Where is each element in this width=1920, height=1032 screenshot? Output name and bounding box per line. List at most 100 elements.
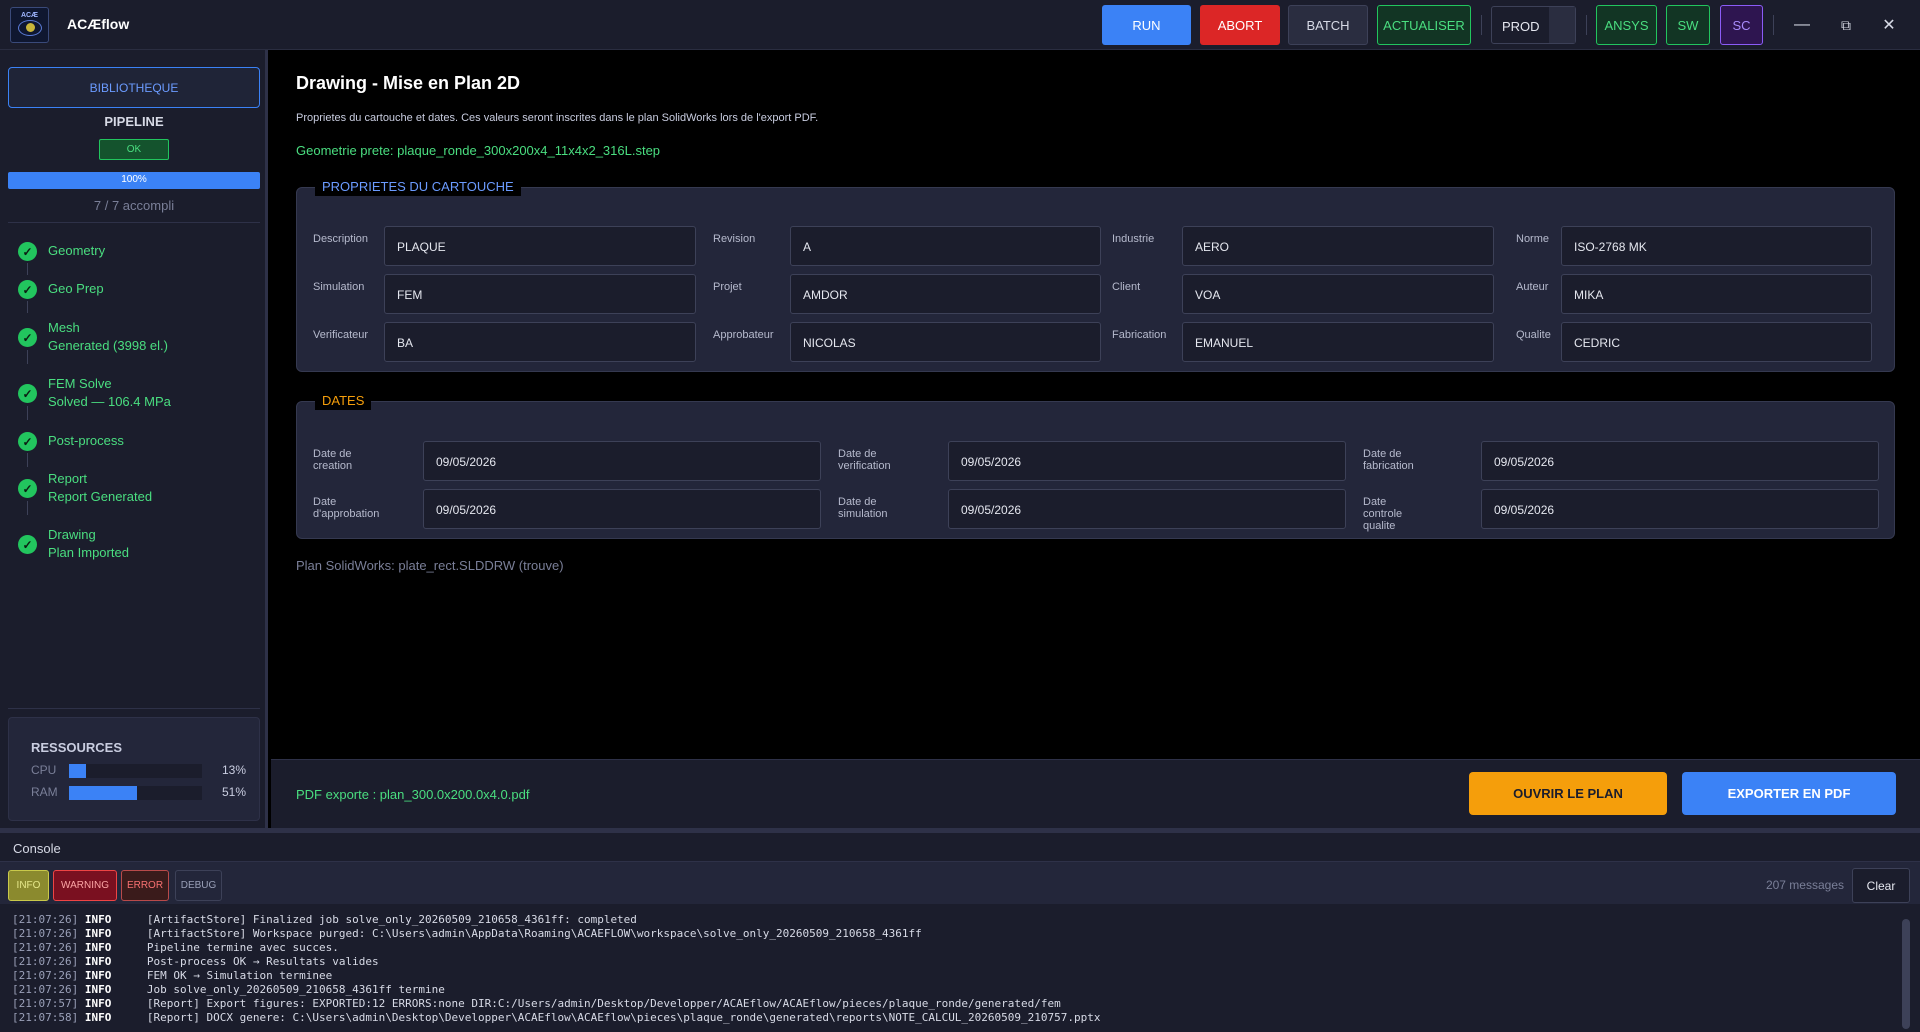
step-fem-solve[interactable]: ✓ FEM Solve Solved — 106.4 MPa bbox=[18, 375, 171, 420]
log-level: INFO bbox=[84, 1011, 112, 1024]
page-title: Drawing - Mise en Plan 2D bbox=[296, 73, 521, 93]
pipeline-progress-bar: 100% bbox=[8, 172, 260, 189]
field-label: Projet bbox=[713, 281, 742, 293]
open-plan-button[interactable]: OUVRIR LE PLAN bbox=[1469, 772, 1667, 815]
profile-select[interactable]: PROD bbox=[1491, 6, 1576, 44]
description-input[interactable]: PLAQUE bbox=[384, 226, 696, 266]
field-label: Qualite bbox=[1516, 329, 1551, 341]
step-label: Geo Prep bbox=[48, 281, 104, 296]
step-drawing[interactable]: ✓ Drawing Plan Imported bbox=[18, 526, 129, 562]
minimize-icon[interactable]: — bbox=[1789, 12, 1815, 38]
geometry-status: Geometrie prete: plaque_ronde_300x200x4_… bbox=[296, 143, 661, 158]
batch-button[interactable]: BATCH bbox=[1288, 5, 1368, 45]
export-pdf-button[interactable]: EXPORTER EN PDF bbox=[1682, 772, 1896, 815]
date-verification-input[interactable]: 09/05/2026 bbox=[948, 441, 1346, 481]
console-line: [21:07:26] INFO Pipeline termine avec suc… bbox=[12, 941, 1900, 955]
field-label: Client bbox=[1112, 281, 1141, 293]
client-input[interactable]: VOA bbox=[1182, 274, 1494, 314]
fabrication-input[interactable]: EMANUEL bbox=[1182, 322, 1494, 362]
ram-bar bbox=[69, 786, 202, 800]
field-label: Revision bbox=[713, 233, 756, 245]
filter-info-button[interactable]: INFO bbox=[8, 870, 49, 901]
step-label: Report bbox=[48, 471, 88, 486]
log-message: FEM OK → Simulation terminee bbox=[146, 969, 333, 982]
close-icon[interactable]: ✕ bbox=[1876, 12, 1902, 38]
console-log[interactable]: [21:07:26] INFO [ArtifactStore] Finalized… bbox=[0, 913, 1900, 1032]
step-post-process[interactable]: ✓ Post-process bbox=[18, 432, 124, 467]
library-button[interactable]: BIBLIOTHEQUE bbox=[8, 67, 260, 108]
log-timestamp: [21:07:26] bbox=[12, 955, 85, 968]
step-label: Mesh bbox=[48, 320, 80, 335]
check-icon: ✓ bbox=[18, 432, 37, 451]
console-panel: Console INFO WARNING ERROR DEBUG 207 mes… bbox=[0, 833, 1920, 1032]
industrie-input[interactable]: AERO bbox=[1182, 226, 1494, 266]
log-timestamp: [21:07:57] bbox=[12, 997, 85, 1010]
step-mesh[interactable]: ✓ Mesh Generated (3998 el.) bbox=[18, 319, 168, 364]
log-level: INFO bbox=[84, 983, 112, 996]
ansys-button[interactable]: ANSYS bbox=[1596, 5, 1657, 45]
field-label: Date de verification bbox=[838, 448, 891, 472]
date-creation-input[interactable]: 09/05/2026 bbox=[423, 441, 821, 481]
date-controle-qualite-input[interactable]: 09/05/2026 bbox=[1481, 489, 1879, 529]
cpu-label: CPU bbox=[31, 763, 57, 777]
check-icon: ✓ bbox=[18, 479, 37, 498]
verificateur-input[interactable]: BA bbox=[384, 322, 696, 362]
pdf-export-status: PDF exporte : plan_300.0x200.0x4.0.pdf bbox=[296, 787, 530, 802]
console-line: [21:07:26] INFO Job solve_only_20260509_2… bbox=[12, 983, 1900, 997]
field-label: Description bbox=[313, 233, 369, 245]
filter-debug-button[interactable]: DEBUG bbox=[175, 870, 222, 901]
qualite-input[interactable]: CEDRIC bbox=[1561, 322, 1872, 362]
simulation-input[interactable]: FEM bbox=[384, 274, 696, 314]
solidworks-button[interactable]: SW bbox=[1666, 5, 1710, 45]
norme-input[interactable]: ISO-2768 MK bbox=[1561, 226, 1872, 266]
projet-input[interactable]: AMDOR bbox=[790, 274, 1101, 314]
log-message: Job solve_only_20260509_210658_4361ff te… bbox=[146, 983, 445, 996]
plan-info: Plan SolidWorks: plate_rect.SLDDRW (trou… bbox=[296, 558, 564, 573]
logo-text: ACÆ bbox=[20, 12, 39, 19]
sidebar: BIBLIOTHEQUE PIPELINE OK 100% 7 / 7 acco… bbox=[0, 50, 268, 828]
console-line: [21:07:26] INFO FEM OK → Simulation termi… bbox=[12, 969, 1900, 983]
status-badge: OK bbox=[99, 139, 169, 160]
field-label: Industrie bbox=[1112, 233, 1155, 245]
console-scrollbar[interactable] bbox=[1902, 919, 1910, 1029]
log-timestamp: [21:07:26] bbox=[12, 983, 85, 996]
check-icon: ✓ bbox=[18, 535, 37, 554]
divider bbox=[8, 708, 260, 709]
step-label: Drawing bbox=[48, 527, 96, 542]
actualiser-button[interactable]: ACTUALISER bbox=[1377, 5, 1471, 45]
restore-icon[interactable]: ⧉ bbox=[1833, 12, 1859, 38]
step-geo-prep[interactable]: ✓ Geo Prep bbox=[18, 280, 104, 313]
revision-input[interactable]: A bbox=[790, 226, 1101, 266]
step-label: Geometry bbox=[48, 243, 106, 258]
field-label: Simulation bbox=[313, 281, 365, 293]
main-panel: Drawing - Mise en Plan 2D Proprietes du … bbox=[271, 50, 1920, 828]
spaceclaim-button[interactable]: SC bbox=[1720, 5, 1763, 45]
field-label: Verificateur bbox=[313, 329, 369, 341]
page-subtitle: Proprietes du cartouche et dates. Ces va… bbox=[296, 112, 819, 124]
cpu-meter: CPU 13% bbox=[31, 762, 246, 778]
abort-button[interactable]: ABORT bbox=[1200, 5, 1280, 45]
field-label: Auteur bbox=[1516, 281, 1549, 293]
log-message: Pipeline termine avec succes. bbox=[146, 941, 339, 954]
pipeline-title: PIPELINE bbox=[104, 114, 164, 129]
clear-console-button[interactable]: Clear bbox=[1852, 868, 1910, 903]
log-level: INFO bbox=[84, 941, 112, 954]
run-button[interactable]: RUN bbox=[1102, 5, 1191, 45]
date-approbation-input[interactable]: 09/05/2026 bbox=[423, 489, 821, 529]
step-geometry[interactable]: ✓ Geometry bbox=[18, 242, 106, 275]
log-timestamp: [21:07:58] bbox=[12, 1011, 85, 1024]
console-line: [21:07:26] INFO Post-process OK → Resulta… bbox=[12, 955, 1900, 969]
log-timestamp: [21:07:26] bbox=[12, 941, 85, 954]
filter-error-button[interactable]: ERROR bbox=[121, 870, 169, 901]
approbateur-input[interactable]: NICOLAS bbox=[790, 322, 1101, 362]
field-label: Date de simulation bbox=[838, 496, 888, 520]
date-simulation-input[interactable]: 09/05/2026 bbox=[948, 489, 1346, 529]
step-label: FEM Solve bbox=[48, 376, 112, 391]
filter-warning-button[interactable]: WARNING bbox=[53, 870, 117, 901]
log-level: INFO bbox=[84, 927, 112, 940]
chevron-down-icon[interactable] bbox=[1549, 7, 1575, 43]
resources-panel: RESSOURCES CPU 13% RAM 51% bbox=[8, 717, 260, 821]
date-fabrication-input[interactable]: 09/05/2026 bbox=[1481, 441, 1879, 481]
step-report[interactable]: ✓ Report Report Generated bbox=[18, 470, 152, 515]
auteur-input[interactable]: MIKA bbox=[1561, 274, 1872, 314]
